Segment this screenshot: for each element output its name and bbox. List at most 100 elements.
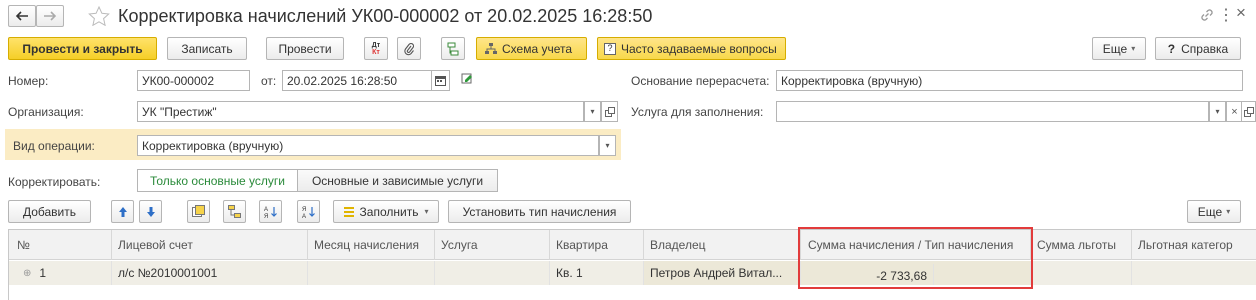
column-header-account[interactable]: Лицевой счет xyxy=(112,230,308,260)
arrow-down-icon xyxy=(146,206,155,217)
dt-kt-button[interactable]: Дт Кт xyxy=(364,37,388,60)
faq-label: Часто задаваемые вопросы xyxy=(621,41,777,56)
forward-button[interactable] xyxy=(36,5,64,27)
faq-button[interactable]: ? Часто задаваемые вопросы xyxy=(597,37,786,60)
calendar-button[interactable] xyxy=(431,70,450,91)
copy-row-button[interactable] xyxy=(187,200,210,223)
organization-dropdown[interactable]: ▾ xyxy=(584,101,601,122)
set-charge-type-button[interactable]: Установить тип начисления xyxy=(448,200,631,223)
structure-row-button[interactable] xyxy=(223,200,246,223)
row-cell-account[interactable]: л/с №2010001001 xyxy=(112,261,308,285)
sort-descending-icon: ЯA xyxy=(302,206,315,219)
chevron-down-icon: ▾ xyxy=(424,207,429,216)
correct-label: Корректировать: xyxy=(8,175,101,189)
calendar-icon xyxy=(435,76,446,86)
help-button[interactable]: ? Справка xyxy=(1155,37,1241,60)
date-from-label: от: xyxy=(261,74,277,88)
kt-label: Кт xyxy=(372,48,380,56)
move-up-button[interactable] xyxy=(111,200,134,223)
service-open[interactable] xyxy=(1241,101,1256,122)
question-icon: ? xyxy=(604,42,616,55)
link-icon[interactable] xyxy=(1199,7,1215,23)
row-expand-icon[interactable]: ⊕ xyxy=(23,268,31,279)
operation-type-label: Вид операции: xyxy=(13,139,95,153)
favorite-star-icon[interactable] xyxy=(88,6,110,26)
copy-row-icon xyxy=(192,205,205,217)
table-more-button[interactable]: Еще ▾ xyxy=(1187,200,1241,223)
structure-row-icon xyxy=(228,205,241,218)
sort-ascending-icon: AЯ xyxy=(264,206,277,219)
arrow-up-icon xyxy=(118,206,127,217)
column-header-benefit-category[interactable]: Льготная категор xyxy=(1132,230,1256,260)
more-menu-icon[interactable]: ⋮ xyxy=(1218,5,1234,25)
post-and-close-button[interactable]: Провести и закрыть xyxy=(8,37,157,60)
organization-field[interactable]: УК "Престиж" xyxy=(137,101,584,122)
row-cell-number: ⊕ 1 xyxy=(9,261,112,285)
structure-button[interactable] xyxy=(441,37,465,60)
arrow-left-icon xyxy=(15,11,28,21)
help-question-icon: ? xyxy=(1167,41,1176,56)
service-field[interactable] xyxy=(776,101,1209,122)
row-cell-benefit-category[interactable] xyxy=(1132,261,1256,285)
dt-label: Дт xyxy=(371,41,381,49)
chevron-down-icon: ▾ xyxy=(1226,207,1231,216)
fill-icon xyxy=(343,206,354,217)
close-icon[interactable]: × xyxy=(1236,3,1246,23)
row-cell-owner[interactable]: Петров Андрей Витал... xyxy=(644,261,801,285)
row-cell-month[interactable] xyxy=(308,261,435,285)
row-number: 1 xyxy=(39,266,47,280)
accounting-scheme-label: Схема учета xyxy=(502,41,573,56)
svg-text:Я: Я xyxy=(264,214,268,219)
date-field[interactable]: 20.02.2025 16:28:50 xyxy=(282,70,432,91)
more-label: Еще xyxy=(1102,41,1128,56)
row-cell-benefit[interactable] xyxy=(1031,261,1132,285)
toggle-dependent-services[interactable]: Основные и зависимые услуги xyxy=(297,169,498,192)
column-header-owner[interactable]: Владелец xyxy=(644,230,801,260)
column-header-month[interactable]: Месяц начисления xyxy=(308,230,435,260)
svg-text:A: A xyxy=(264,207,268,213)
chevron-down-icon: ▾ xyxy=(1131,44,1136,53)
svg-text:Я: Я xyxy=(302,207,306,213)
row-cell-service[interactable] xyxy=(435,261,550,285)
attach-button[interactable] xyxy=(397,37,421,60)
open-icon xyxy=(604,106,615,117)
basis-field[interactable]: Корректировка (вручную) xyxy=(776,70,1243,91)
toggle-main-services[interactable]: Только основные услуги xyxy=(137,169,297,192)
save-button[interactable]: Записать xyxy=(167,37,247,60)
service-label: Услуга для заполнения: xyxy=(631,105,764,119)
column-header-service[interactable]: Услуга xyxy=(435,230,550,260)
operation-type-dropdown[interactable]: ▾ xyxy=(599,135,616,156)
accounting-scheme-button[interactable]: Схема учета xyxy=(476,37,587,60)
column-header-benefit[interactable]: Сумма льготы xyxy=(1031,230,1132,260)
paperclip-icon xyxy=(404,42,415,55)
sort-asc-button[interactable]: AЯ xyxy=(259,200,282,223)
amount-column-highlight-frame xyxy=(798,227,1033,289)
column-header-apartment[interactable]: Квартира xyxy=(550,230,644,260)
basis-label: Основание перерасчета: xyxy=(631,74,770,88)
add-button[interactable]: Добавить xyxy=(8,200,91,223)
scheme-icon xyxy=(485,42,497,54)
table-more-label: Еще xyxy=(1197,204,1223,219)
help-label: Справка xyxy=(1181,41,1229,56)
organization-open[interactable] xyxy=(601,101,618,122)
number-label: Номер: xyxy=(8,74,49,88)
fill-label: Заполнить xyxy=(359,204,419,219)
post-button[interactable]: Провести xyxy=(266,37,344,60)
svg-text:A: A xyxy=(302,214,306,219)
column-header-number[interactable]: № xyxy=(9,230,112,260)
number-field[interactable]: УК00-000002 xyxy=(137,70,250,91)
more-menu-button[interactable]: Еще ▾ xyxy=(1092,37,1146,60)
organization-label: Организация: xyxy=(8,105,84,119)
open-icon xyxy=(1243,106,1254,117)
window-title: Корректировка начислений УК00-000002 от … xyxy=(118,6,653,26)
move-down-button[interactable] xyxy=(139,200,162,223)
structure-icon xyxy=(447,42,459,55)
service-dropdown[interactable]: ▾ xyxy=(1209,101,1226,122)
back-button[interactable] xyxy=(8,5,36,27)
operation-type-field[interactable]: Корректировка (вручную) xyxy=(137,135,599,156)
arrow-right-icon xyxy=(44,11,57,21)
edit-note-icon[interactable] xyxy=(461,73,475,85)
row-cell-apartment[interactable]: Кв. 1 xyxy=(550,261,644,285)
fill-button[interactable]: Заполнить ▾ xyxy=(333,200,439,223)
sort-desc-button[interactable]: ЯA xyxy=(297,200,320,223)
